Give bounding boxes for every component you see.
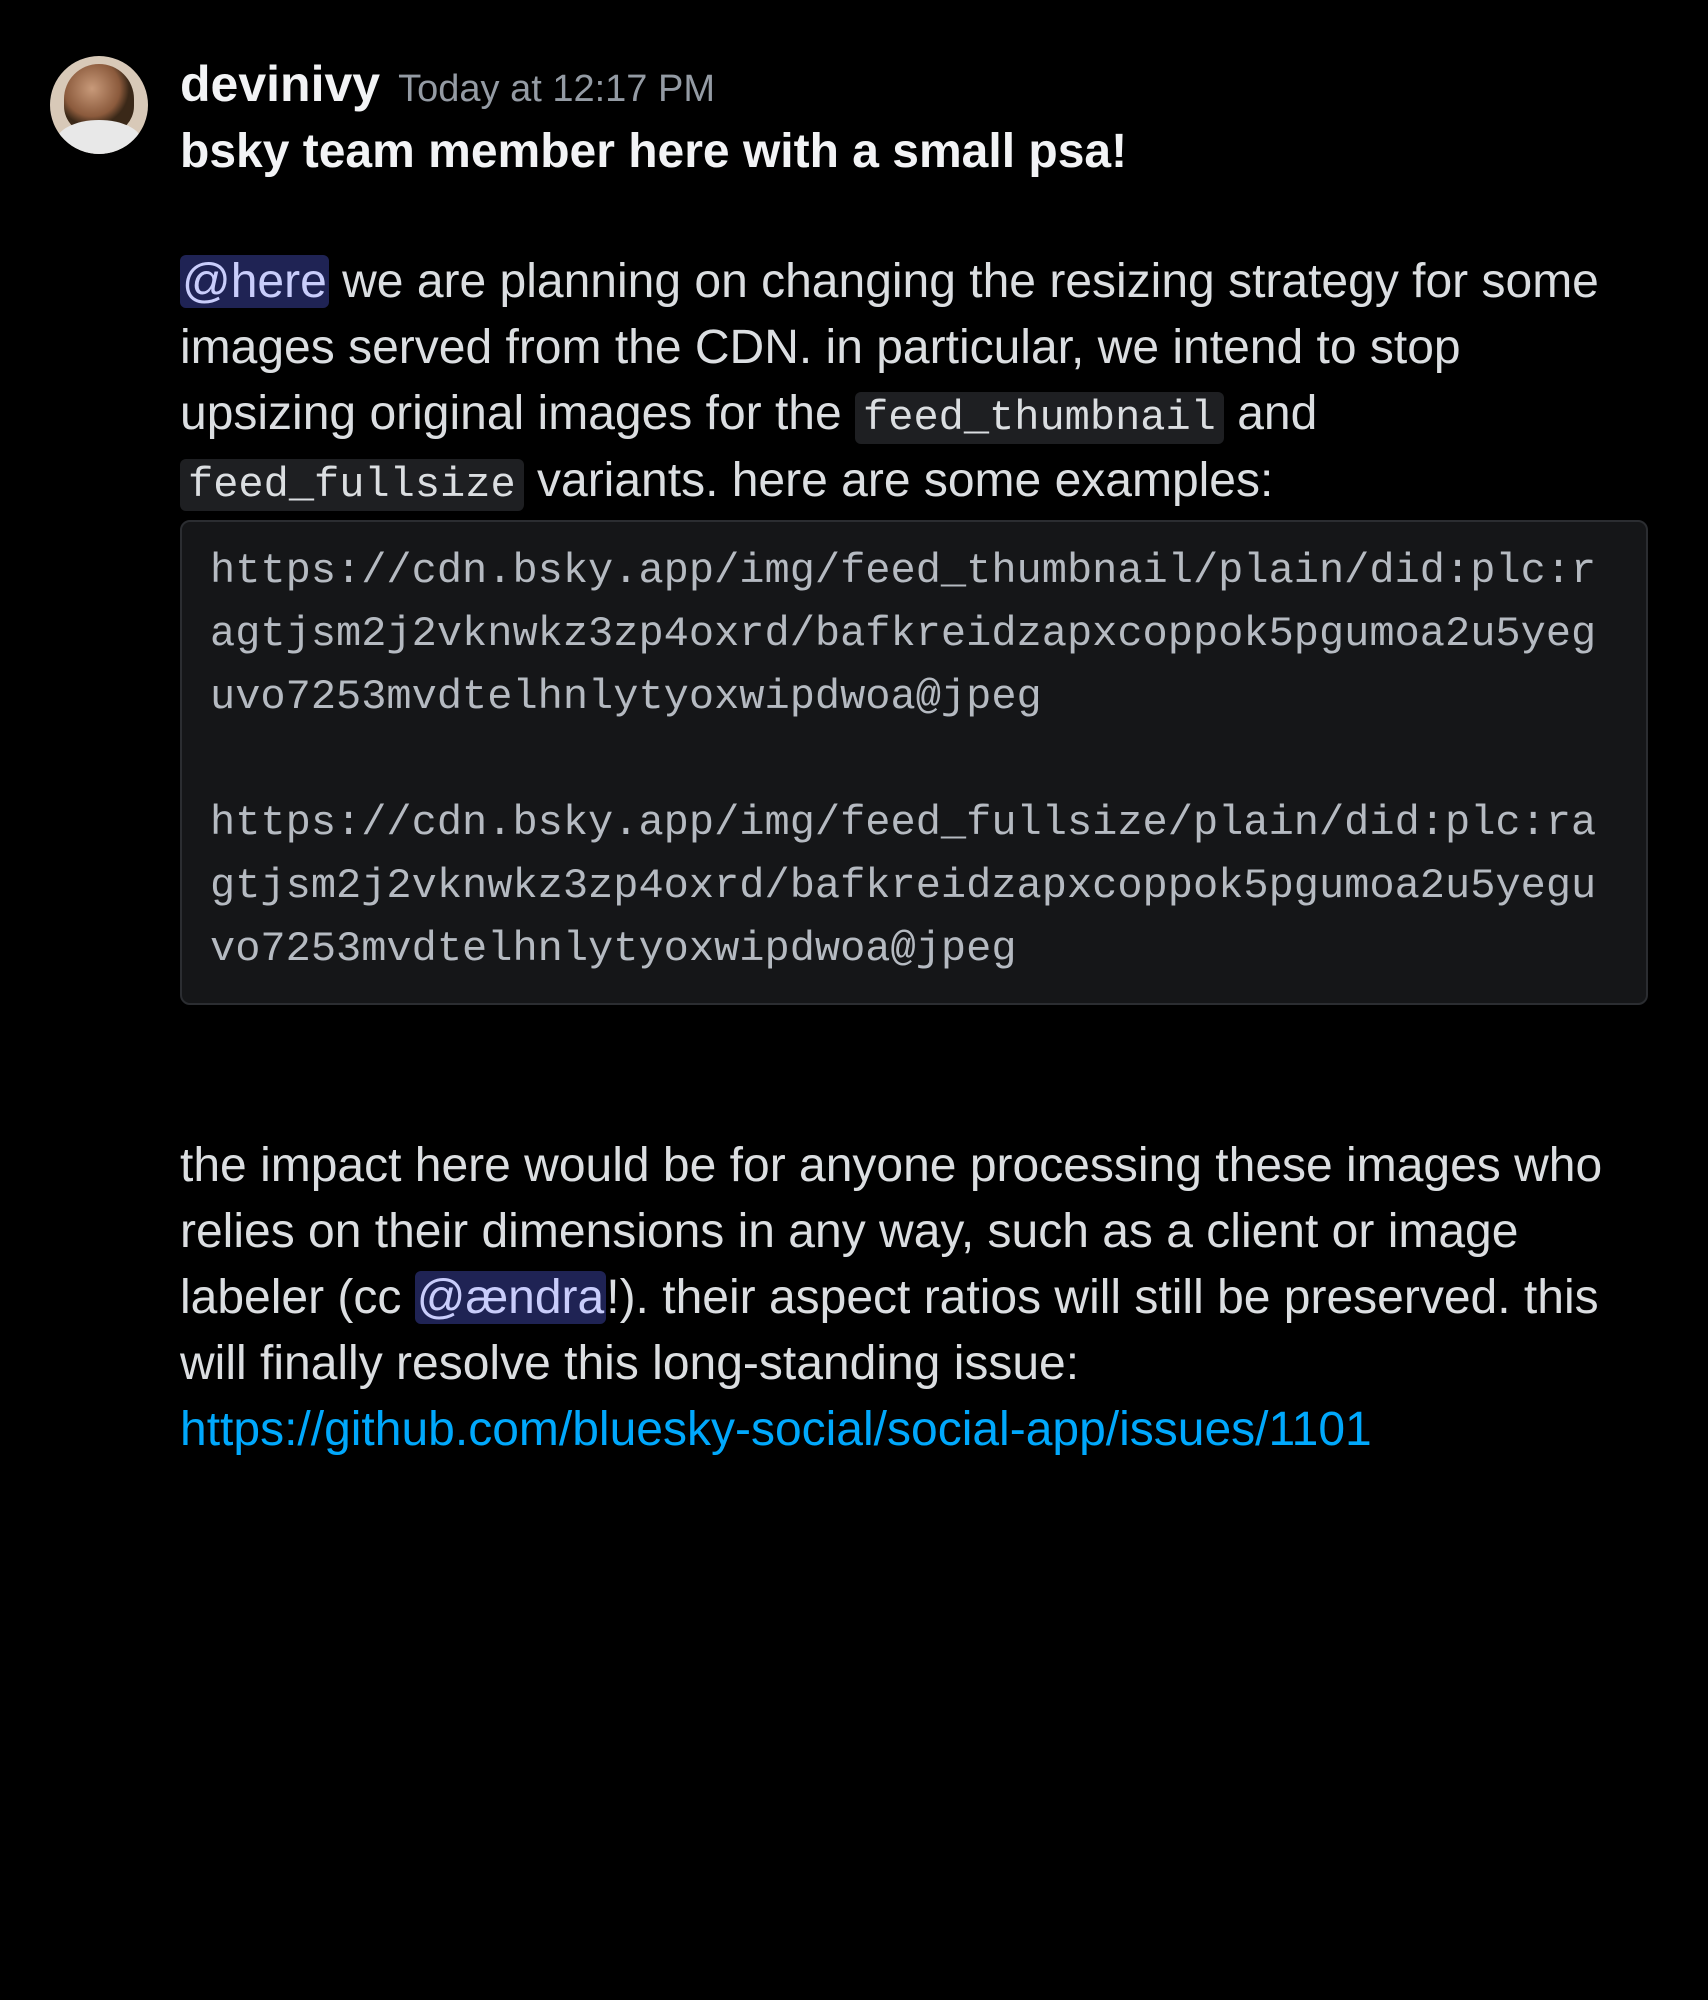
- discord-message: devinivy Today at 12:17 PM bsky team mem…: [50, 50, 1648, 1463]
- mention-here[interactable]: @here: [180, 255, 329, 308]
- message-paragraph-1: @here we are planning on changing the re…: [180, 249, 1648, 515]
- text: variants. here are some examples:: [524, 454, 1274, 507]
- code-block: https://cdn.bsky.app/img/feed_thumbnail/…: [180, 520, 1648, 1005]
- message-timestamp: Today at 12:17 PM: [398, 63, 715, 115]
- message-body: bsky team member here with a small psa! …: [180, 119, 1648, 1464]
- issue-link[interactable]: https://github.com/bluesky-social/social…: [180, 1403, 1372, 1456]
- mention-user[interactable]: @ændra: [415, 1271, 606, 1324]
- message-link-line: https://github.com/bluesky-social/social…: [180, 1397, 1648, 1463]
- text: and: [1224, 387, 1317, 440]
- avatar[interactable]: [50, 56, 148, 154]
- inline-code: feed_thumbnail: [855, 392, 1224, 444]
- message-header: devinivy Today at 12:17 PM: [180, 50, 1648, 119]
- inline-code: feed_fullsize: [180, 459, 524, 511]
- message-bold-line: bsky team member here with a small psa!: [180, 119, 1648, 185]
- message-content: devinivy Today at 12:17 PM bsky team mem…: [180, 50, 1648, 1463]
- message-paragraph-2: the impact here would be for anyone proc…: [180, 1133, 1648, 1397]
- author-username[interactable]: devinivy: [180, 50, 380, 119]
